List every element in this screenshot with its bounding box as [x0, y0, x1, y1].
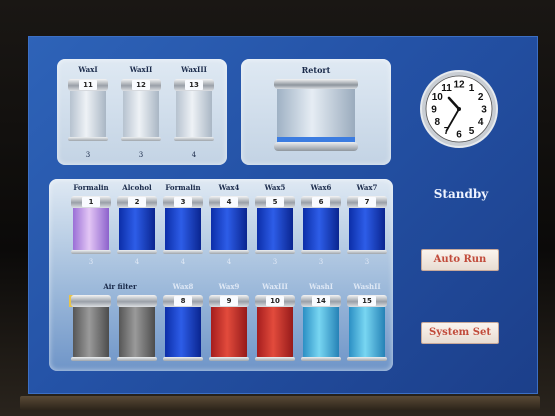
tank-number: 12	[132, 80, 150, 90]
tank-number: 7	[358, 197, 376, 207]
tank-number: 5	[266, 197, 284, 207]
tank-number: 1	[82, 197, 100, 207]
status-text: Standby	[433, 187, 489, 201]
system-set-button[interactable]: System Set	[421, 322, 499, 344]
clock-number: 1	[469, 83, 475, 94]
clock-number: 12	[453, 80, 465, 91]
tank-14[interactable]: 14	[301, 295, 341, 363]
tank-fill	[257, 307, 293, 359]
clock-number: 3	[481, 105, 487, 116]
tank-fill	[165, 208, 201, 252]
tank-count: 4	[191, 151, 197, 159]
tank-count: 3	[272, 258, 278, 266]
tank-count: 3	[364, 258, 370, 266]
tank-fill	[349, 208, 385, 252]
retort-label: Retort	[301, 65, 331, 75]
tank-fill	[119, 208, 155, 252]
clock-number: 2	[478, 92, 484, 103]
tank-label: WashII	[353, 282, 381, 291]
tank-2[interactable]: 2	[117, 196, 157, 256]
tank-label-waxII: WaxII	[129, 65, 153, 74]
tank-12[interactable]: 12	[121, 79, 161, 147]
tank-number: 14	[312, 296, 330, 306]
tank-number: 11	[79, 80, 97, 90]
tank-count: 3	[88, 258, 94, 266]
tank-count: 3	[85, 151, 91, 159]
tank-slot-1[interactable]	[117, 295, 157, 363]
tank-fill	[257, 208, 293, 252]
clock-number: 5	[469, 126, 475, 137]
tank-fill	[165, 307, 201, 359]
air-filter-label: Air filter	[103, 282, 137, 291]
retort-panel: Retort	[241, 59, 391, 165]
tank-fill	[211, 208, 247, 252]
tank-10[interactable]: 10	[255, 295, 295, 363]
tank-fill	[303, 307, 339, 359]
tank-slot-0[interactable]	[71, 295, 111, 363]
retort-vessel[interactable]	[274, 79, 358, 155]
tank-fill	[211, 307, 247, 359]
tank-6[interactable]: 6	[301, 196, 341, 256]
tank-number: 4	[220, 197, 238, 207]
clock-number: 11	[441, 83, 452, 94]
tank-count: 4	[134, 258, 140, 266]
tank-count: 4	[226, 258, 232, 266]
tank-count: 3	[318, 258, 324, 266]
tank-fill	[73, 208, 109, 252]
tank-3[interactable]: 3	[163, 196, 203, 256]
auto-run-button[interactable]: Auto Run	[421, 249, 499, 271]
monitor-bottom-trim	[20, 396, 540, 410]
tank-number: 3	[174, 197, 192, 207]
tank-number: 2	[128, 197, 146, 207]
tank-4[interactable]: 4	[209, 196, 249, 256]
tank-fill	[73, 307, 109, 359]
clock-icon: 12 1234567891011	[420, 70, 498, 148]
tank-number: 6	[312, 197, 330, 207]
tank-fill	[349, 307, 385, 359]
tank-5[interactable]: 5	[255, 196, 295, 256]
tank-8[interactable]: 8	[163, 295, 203, 363]
tank-label-waxIII: WaxIII	[181, 65, 207, 74]
clock-number: 9	[431, 105, 437, 116]
tank-label-waxI: WaxI	[78, 65, 98, 74]
tank-number: 13	[185, 80, 203, 90]
clock-number: 6	[456, 130, 462, 141]
tank-number: 8	[174, 296, 192, 306]
tank-fill	[119, 307, 155, 359]
tank-9[interactable]: 9	[209, 295, 249, 363]
clock-number: 8	[435, 117, 441, 128]
tank-7[interactable]: 7	[347, 196, 387, 256]
tank-fill	[303, 208, 339, 252]
tank-number: 9	[220, 296, 238, 306]
tank-count: 4	[180, 258, 186, 266]
tank-15[interactable]: 15	[347, 295, 387, 363]
tank-1[interactable]: 1	[71, 196, 111, 256]
tank-number: 15	[358, 296, 376, 306]
top-wax-panel: WaxI WaxII WaxIII 11 12 13 3 3 4	[57, 59, 227, 165]
tank-count: 3	[138, 151, 144, 159]
clock-number: 4	[478, 117, 484, 128]
tank-label: Wax7	[356, 183, 378, 192]
tank-number: 10	[266, 296, 284, 306]
tank-13[interactable]: 13	[174, 79, 214, 147]
tank-11[interactable]: 11	[68, 79, 108, 147]
tissue-processor-screen: WaxI WaxII WaxIII 11 12 13 3 3 4 Retort	[28, 36, 538, 394]
